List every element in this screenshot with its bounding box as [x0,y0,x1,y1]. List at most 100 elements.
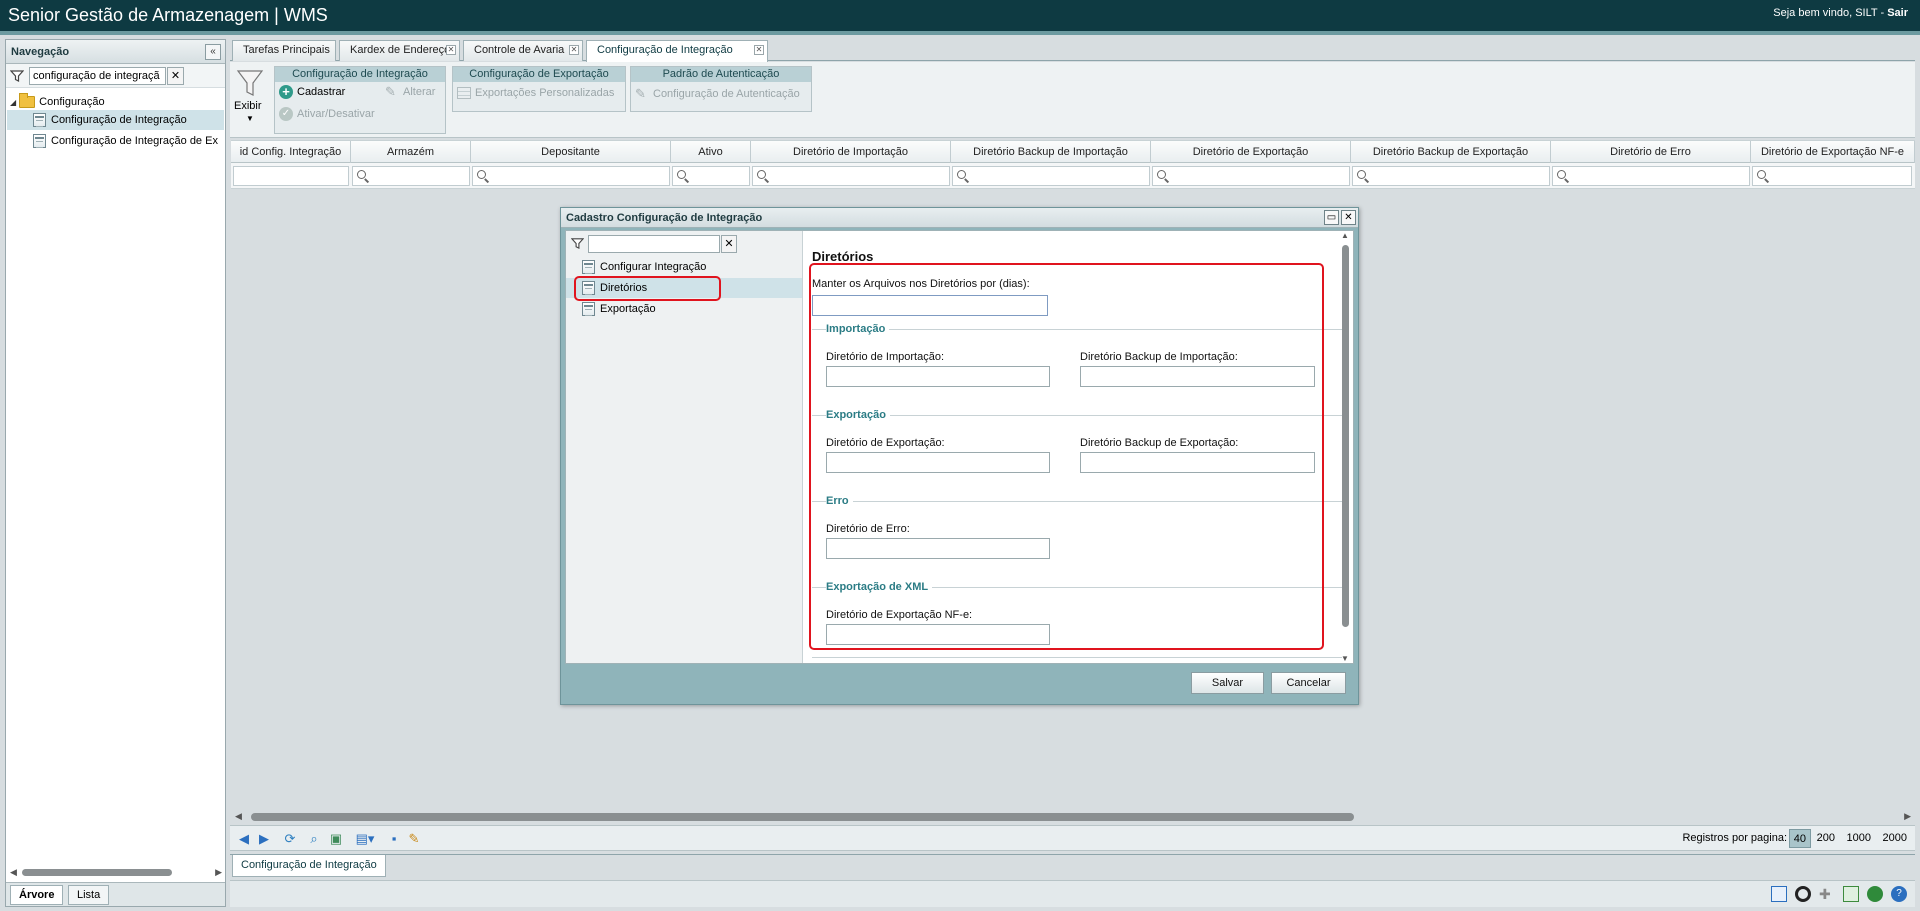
filter-erro-input[interactable] [1552,166,1750,186]
close-tab-icon[interactable]: ✕ [569,45,579,55]
tree-node-label: Configuração [39,96,105,108]
close-tab-icon[interactable]: ✕ [446,45,456,55]
modal-vertical-scrollbar[interactable]: ▲ ▼ [1340,231,1351,663]
col-id-config[interactable]: id Config. Integração [231,141,351,163]
puzzle-icon[interactable]: ✚ [1819,886,1835,902]
scroll-down-icon[interactable]: ▼ [1341,654,1349,663]
tab-kardex-endereco[interactable]: Kardex de Endereço ✕ [339,40,460,61]
filter-backup-exportacao-input[interactable] [1352,166,1550,186]
page-size-200[interactable]: 200 [1813,829,1839,848]
tab-arvore[interactable]: Árvore [10,885,64,905]
tab-strip: Tarefas Principais Kardex de Endereço ✕ C… [230,39,1915,62]
windows-icon[interactable] [1843,886,1859,902]
col-armazem[interactable]: Armazém [351,141,471,163]
tab-label: Kardex de Endereço [350,44,451,56]
cancel-button[interactable]: Cancelar [1271,672,1346,694]
col-backup-exportacao[interactable]: Diretório Backup de Exportação [1351,141,1551,163]
col-diretorio-exportacao[interactable]: Diretório de Exportação [1151,141,1351,163]
filter-icon[interactable] [570,237,585,253]
document-status-icon[interactable] [1771,886,1787,902]
image-icon[interactable]: ▣ [328,831,344,847]
scroll-left-icon[interactable]: ◀ [235,811,242,822]
dropdown-caret-icon: ▼ [246,114,254,123]
filter-ativo-input[interactable] [672,166,750,186]
tab-tarefas-principais[interactable]: Tarefas Principais [232,40,336,61]
bottom-tab-configuracao-integracao[interactable]: Configuração de Integração [232,855,386,877]
page-size-40[interactable]: 40 [1788,829,1811,848]
search-icon [757,170,766,179]
help-icon[interactable]: ? [1891,886,1907,902]
scroll-thumb[interactable] [1342,245,1349,627]
col-diretorio-importacao[interactable]: Diretório de Importação [751,141,951,163]
filter-depositante-input[interactable] [472,166,670,186]
filter-backup-importacao-input[interactable] [952,166,1150,186]
filter-id-input[interactable] [233,166,349,186]
tab-lista[interactable]: Lista [68,885,110,905]
collapse-panel-icon[interactable]: « [205,44,221,60]
col-diretorio-erro[interactable]: Diretório de Erro [1551,141,1751,163]
scroll-thumb[interactable] [22,869,172,876]
save-button[interactable]: Salvar [1191,672,1264,694]
status-bar: ✚ ? [230,880,1915,907]
clear-filter-icon[interactable]: ✕ [167,67,184,85]
group-title: Padrão de Autenticação [631,67,811,82]
close-tab-icon[interactable]: ✕ [754,45,764,55]
filter-icon[interactable] [9,69,25,86]
close-icon[interactable]: ✕ [1341,210,1356,225]
record-icon[interactable] [1795,886,1811,902]
grid-footer: ◀ ▶ ⟳ ⌕ ▣ ▤▾ ▪ ✎ Registros por pagina: 4… [230,825,1915,851]
expand-arrow-icon[interactable]: ◢ [10,98,16,107]
exibir-button[interactable]: Exibir ▼ [234,66,264,128]
clear-filter-icon[interactable]: ✕ [721,235,737,253]
maximize-icon[interactable]: ▭ [1324,210,1339,225]
filter-nfe-input[interactable] [1752,166,1912,186]
nav-search-input[interactable]: configuração de integraçã [29,67,166,85]
page-size-2000[interactable]: 2000 [1879,829,1911,848]
tree-item-configurar-integracao[interactable]: Configurar Integração [566,257,802,277]
filter-armazem-input[interactable] [352,166,470,186]
button-label: Ativar/Desativar [297,107,375,120]
exportacoes-personalizadas-button[interactable]: Exportações Personalizadas [457,87,614,100]
scroll-right-icon[interactable]: ▶ [1904,811,1911,822]
search-icon [1357,170,1366,179]
scroll-right-icon[interactable]: ▶ [215,867,222,878]
tree-node-configuracao[interactable]: ◢ Configuração [10,92,224,112]
alterar-button[interactable]: ✎ Alterar [385,85,435,99]
nav-horizontal-scrollbar[interactable]: ◀ ▶ [10,866,222,878]
save-icon[interactable]: ▪ [386,831,402,847]
scroll-up-icon[interactable]: ▲ [1341,231,1349,240]
next-page-icon[interactable]: ▶ [256,831,272,847]
col-diretorio-nfe[interactable]: Diretório de Exportação NF-e [1751,141,1915,163]
configuracao-autenticacao-button[interactable]: ✎ Configuração de Autenticação [635,87,800,101]
cadastrar-button[interactable]: + Cadastrar [279,85,345,99]
scroll-thumb[interactable] [251,813,1354,821]
search-icon [1157,170,1166,179]
filter-exportacao-input[interactable] [1152,166,1350,186]
filter-importacao-input[interactable] [752,166,950,186]
col-backup-importacao[interactable]: Diretório Backup de Importação [951,141,1151,163]
scroll-left-icon[interactable]: ◀ [10,867,17,878]
search-icon [957,170,966,179]
ativar-desativar-button[interactable]: ✓ Ativar/Desativar [279,107,375,121]
tree-item-configuracao-integracao-ex[interactable]: Configuração de Integração de Ex [7,131,224,151]
col-ativo[interactable]: Ativo [671,141,751,163]
previous-page-icon[interactable]: ◀ [236,831,252,847]
clear-icon[interactable]: ✎ [406,831,422,847]
grid-horizontal-scrollbar[interactable]: ◀ ▶ [231,810,1915,824]
tree-item-configuracao-integracao[interactable]: Configuração de Integração [7,110,224,130]
zoom-icon[interactable]: ⌕ [306,831,322,847]
logout-link[interactable]: Sair [1887,7,1908,19]
nav-view-tabs: Árvore Lista [6,882,225,906]
ribbon-toolbar: Exibir ▼ Configuração de Integração + Cad… [230,62,1915,138]
tree-item-exportacao[interactable]: Exportação [566,299,802,319]
refresh-icon[interactable]: ⟳ [282,831,298,847]
export-dropdown-icon[interactable]: ▤▾ [352,831,378,847]
shield-icon[interactable] [1867,886,1883,902]
page-size-1000[interactable]: 1000 [1843,829,1875,848]
tab-configuracao-integracao[interactable]: Configuração de Integração ✕ [586,40,768,62]
modal-title: Cadastro Configuração de Integração [566,212,763,224]
col-depositante[interactable]: Depositante [471,141,671,163]
modal-tree-search-input[interactable] [588,235,720,253]
modal-body: ✕ Configurar Integração Diretórios Expor… [565,230,1354,664]
tab-controle-avaria[interactable]: Controle de Avaria ✕ [463,40,583,61]
